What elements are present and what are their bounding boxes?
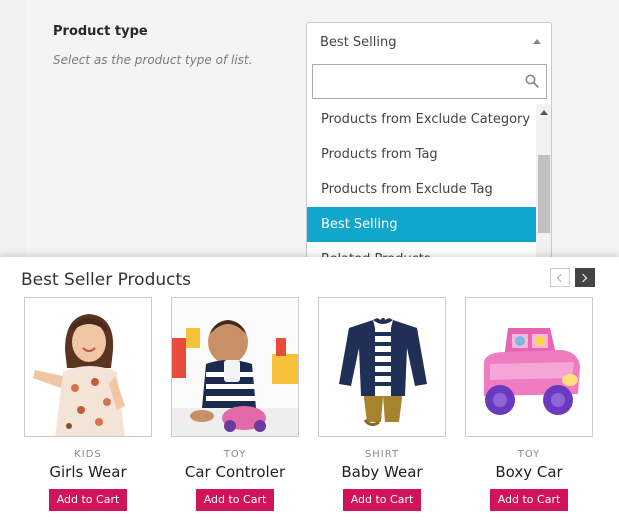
chevron-right-icon xyxy=(578,273,588,283)
add-to-cart-button[interactable]: Add to Cart xyxy=(196,489,274,511)
product-type-description: Select as the product type of list. xyxy=(53,53,253,67)
add-to-cart-button[interactable]: Add to Cart xyxy=(490,489,568,511)
product-name[interactable]: Car Controler xyxy=(171,463,299,481)
option-products-from-tag[interactable]: Products from Tag xyxy=(307,137,536,172)
product-type-select[interactable]: Best Selling xyxy=(306,22,552,60)
product-card: SHIRT Baby Wear Add to Cart xyxy=(318,297,446,511)
add-to-cart-button[interactable]: Add to Cart xyxy=(343,489,421,511)
product-name[interactable]: Boxy Car xyxy=(465,463,593,481)
baby-with-toy-photo xyxy=(172,298,298,436)
dropdown-scrollbar[interactable] xyxy=(536,104,551,262)
product-category: KIDS xyxy=(74,449,102,460)
girl-photo xyxy=(25,298,151,436)
product-card: KIDS Girls Wear Add to Cart xyxy=(24,297,152,511)
product-card: TOY Boxy Car Add to Cart xyxy=(465,297,593,511)
carousel-prev-button[interactable] xyxy=(550,268,570,287)
product-name[interactable]: Baby Wear xyxy=(318,463,446,481)
product-image-girl[interactable] xyxy=(24,297,152,437)
search-icon xyxy=(525,74,539,88)
toy-car-photo xyxy=(466,298,592,436)
settings-panel: Product type Select as the product type … xyxy=(0,0,619,263)
product-image-boxy-car[interactable] xyxy=(465,297,593,437)
select-dropdown: Products from Exclude Category Products … xyxy=(306,59,552,263)
selected-value: Best Selling xyxy=(320,35,397,50)
product-card: TOY Car Controler Add to Cart xyxy=(171,297,299,511)
product-category: TOY xyxy=(517,449,541,460)
product-category: TOY xyxy=(223,449,247,460)
dropdown-search-input[interactable] xyxy=(313,65,546,98)
product-category: SHIRT xyxy=(364,449,400,460)
baby-jacket-photo xyxy=(319,298,445,436)
chevron-left-icon xyxy=(556,273,566,283)
product-type-label: Product type xyxy=(53,24,148,39)
section-title: Best Seller Products xyxy=(21,270,191,290)
carousel-next-button[interactable] xyxy=(575,268,595,287)
add-to-cart-button[interactable]: Add to Cart xyxy=(49,489,127,511)
best-seller-section: Best Seller Products KIDS Girls Wear Add… xyxy=(0,257,619,530)
product-image-baby-wear[interactable] xyxy=(318,297,446,437)
product-name[interactable]: Girls Wear xyxy=(24,463,152,481)
option-products-from-exclude-category[interactable]: Products from Exclude Category xyxy=(307,104,536,137)
option-best-selling[interactable]: Best Selling xyxy=(307,207,536,242)
dropdown-search-box xyxy=(312,64,547,99)
product-image-car-controler[interactable] xyxy=(171,297,299,437)
dropdown-options-list: Products from Exclude Category Products … xyxy=(307,104,536,262)
scroll-up-arrow-icon[interactable] xyxy=(540,110,548,115)
arrow-up-icon xyxy=(533,39,541,44)
scroll-thumb[interactable] xyxy=(538,155,550,233)
option-products-from-exclude-tag[interactable]: Products from Exclude Tag xyxy=(307,172,536,207)
